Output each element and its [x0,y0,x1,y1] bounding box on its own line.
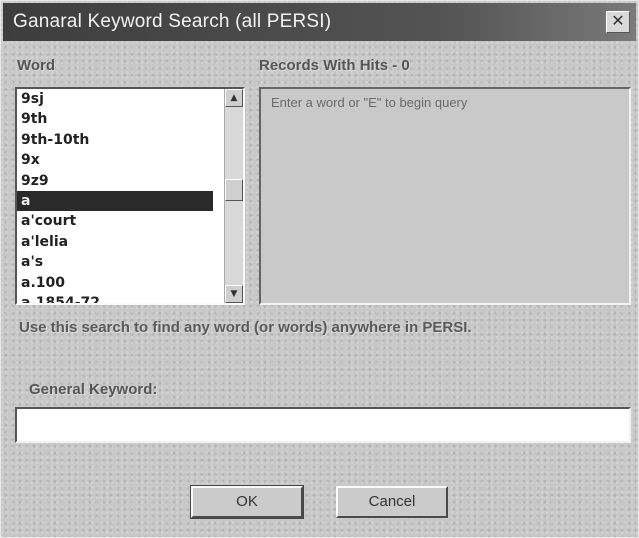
ok-button[interactable]: OK [190,485,304,519]
scroll-thumb[interactable] [225,179,243,201]
word-list-item[interactable]: 9z9 [17,171,213,191]
word-list-items: 9sj 9th 9th-10th 9x 9z9 a a'court a'lelia a's a.1… [17,89,243,303]
scroll-down-icon: ▼ [230,289,238,299]
word-list-item[interactable]: 9x [17,150,213,170]
word-list-item[interactable]: 9th [17,109,213,129]
records-hint: Enter a word or "E" to begin query [271,95,468,110]
records-label: Records With Hits - 0 [259,57,410,74]
word-list-item[interactable]: 9th-10th [17,130,213,150]
title-bar: Ganaral Keyword Search (all PERSI) ✕ [3,3,636,41]
general-keyword-input[interactable] [15,407,631,443]
word-label: Word [17,57,56,74]
close-button[interactable]: ✕ [606,11,630,33]
word-list-item[interactable]: 9sj [17,89,213,109]
word-list-scrollbar[interactable]: ▲ ▼ [224,89,243,303]
scroll-down-button[interactable]: ▼ [225,285,243,303]
scroll-up-icon: ▲ [230,93,238,103]
word-list-item[interactable]: a'lelia [17,232,213,252]
word-list-item[interactable]: a's [17,252,213,272]
records-panel[interactable]: Enter a word or "E" to begin query [259,87,631,305]
window-title: Ganaral Keyword Search (all PERSI) [13,11,332,32]
word-list-item[interactable]: a.1854-72 [17,293,213,303]
word-list[interactable]: 9sj 9th 9th-10th 9x 9z9 a a'court a'lelia a's a.1… [15,87,245,305]
scroll-up-button[interactable]: ▲ [225,89,243,107]
word-list-item[interactable]: a.100 [17,273,213,293]
word-list-item[interactable]: a [17,190,213,212]
keyword-search-dialog: Ganaral Keyword Search (all PERSI) ✕ Wor… [0,0,639,538]
general-keyword-label: General Keyword: [29,381,158,398]
close-icon: ✕ [611,11,625,30]
word-list-item[interactable]: a'court [17,211,213,231]
cancel-button[interactable]: Cancel [336,486,448,518]
info-text: Use this search to find any word (or wor… [19,319,472,336]
